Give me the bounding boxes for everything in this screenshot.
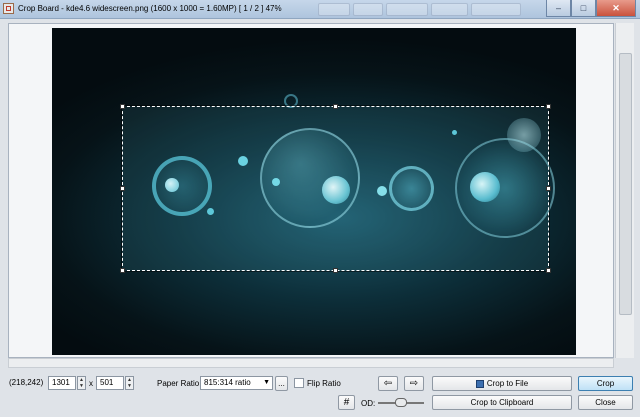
crop-selection-rectangle[interactable] [122,106,549,271]
crop-handle-middle-left[interactable] [120,186,125,191]
floppy-disk-icon [475,379,484,388]
flip-ratio-label: Flip Ratio [307,379,341,388]
zoom-level: 47% [265,4,282,13]
paper-ratio-select[interactable]: 815:314 ratio ▼ [200,376,273,390]
close-button[interactable]: Close [578,395,633,410]
crop-handle-bottom-left[interactable] [120,268,125,273]
paper-ratio-value: 815:314 ratio [204,378,251,387]
cursor-coordinates: (218,242) [9,378,44,387]
window-title: Crop Board - kde4.6 widescreen.png (1600… [18,4,282,13]
next-image-button[interactable]: ⇨ [404,376,424,391]
horizontal-scrollbar[interactable] [8,358,614,368]
crop-handle-top-left[interactable] [120,104,125,109]
crop-handle-top-right[interactable] [546,104,551,109]
titlebar-background-tabs [318,3,521,16]
window-controls: – □ ✕ [546,0,636,17]
app-name: Crop Board [18,4,59,13]
vertical-scroll-thumb[interactable] [619,53,632,315]
grid-icon: # [343,397,350,408]
crop-width-stepper[interactable]: ▲ ▼ [77,376,86,390]
crop-app-icon [3,3,14,14]
arrow-right-icon: ⇨ [409,378,419,389]
od-slider-knob[interactable] [395,398,407,407]
crop-height-input[interactable]: 501 [96,376,124,390]
crop-width-input[interactable]: 1301 [48,376,76,390]
crop-handle-middle-right[interactable] [546,186,551,191]
grid-toggle-button[interactable]: # [338,395,355,410]
arrow-left-icon: ⇦ [383,378,393,389]
od-label: OD: [361,399,376,408]
close-window-button[interactable]: ✕ [596,0,636,17]
crop-handle-bottom-right[interactable] [546,268,551,273]
stepper-down-icon[interactable]: ▼ [78,383,85,389]
crop-handle-bottom-middle[interactable] [333,268,338,273]
vertical-scrollbar[interactable] [615,23,634,358]
minimize-button[interactable]: – [546,0,571,17]
page-info: [ 1 / 2 ] [238,4,264,13]
crop-height-stepper[interactable]: ▲ ▼ [125,376,134,390]
crop-to-clipboard-button[interactable]: Crop to Clipboard [432,395,572,410]
title-bar: Crop Board - kde4.6 widescreen.png (1600… [0,0,640,19]
chevron-down-icon: ▼ [263,379,270,386]
title-separator: - [61,4,64,13]
file-name: kde4.6 widescreen.png [66,4,149,13]
crop-to-file-label: Crop to File [486,379,529,388]
crop-to-file-button[interactable]: Crop to File [432,376,572,391]
paper-ratio-label: Paper Ratio: [157,379,202,388]
crop-handle-top-middle[interactable] [333,104,338,109]
image-info: (1600 x 1000 = 1.60MP) [150,4,237,13]
crop-button[interactable]: Crop [578,376,633,391]
maximize-button[interactable]: □ [571,0,596,17]
previous-image-button[interactable]: ⇦ [378,376,398,391]
stepper-down-icon[interactable]: ▼ [126,383,133,389]
paper-ratio-more-button[interactable]: ... [275,376,288,391]
dimension-separator: x [89,379,93,388]
flip-ratio-checkbox[interactable] [294,378,304,388]
